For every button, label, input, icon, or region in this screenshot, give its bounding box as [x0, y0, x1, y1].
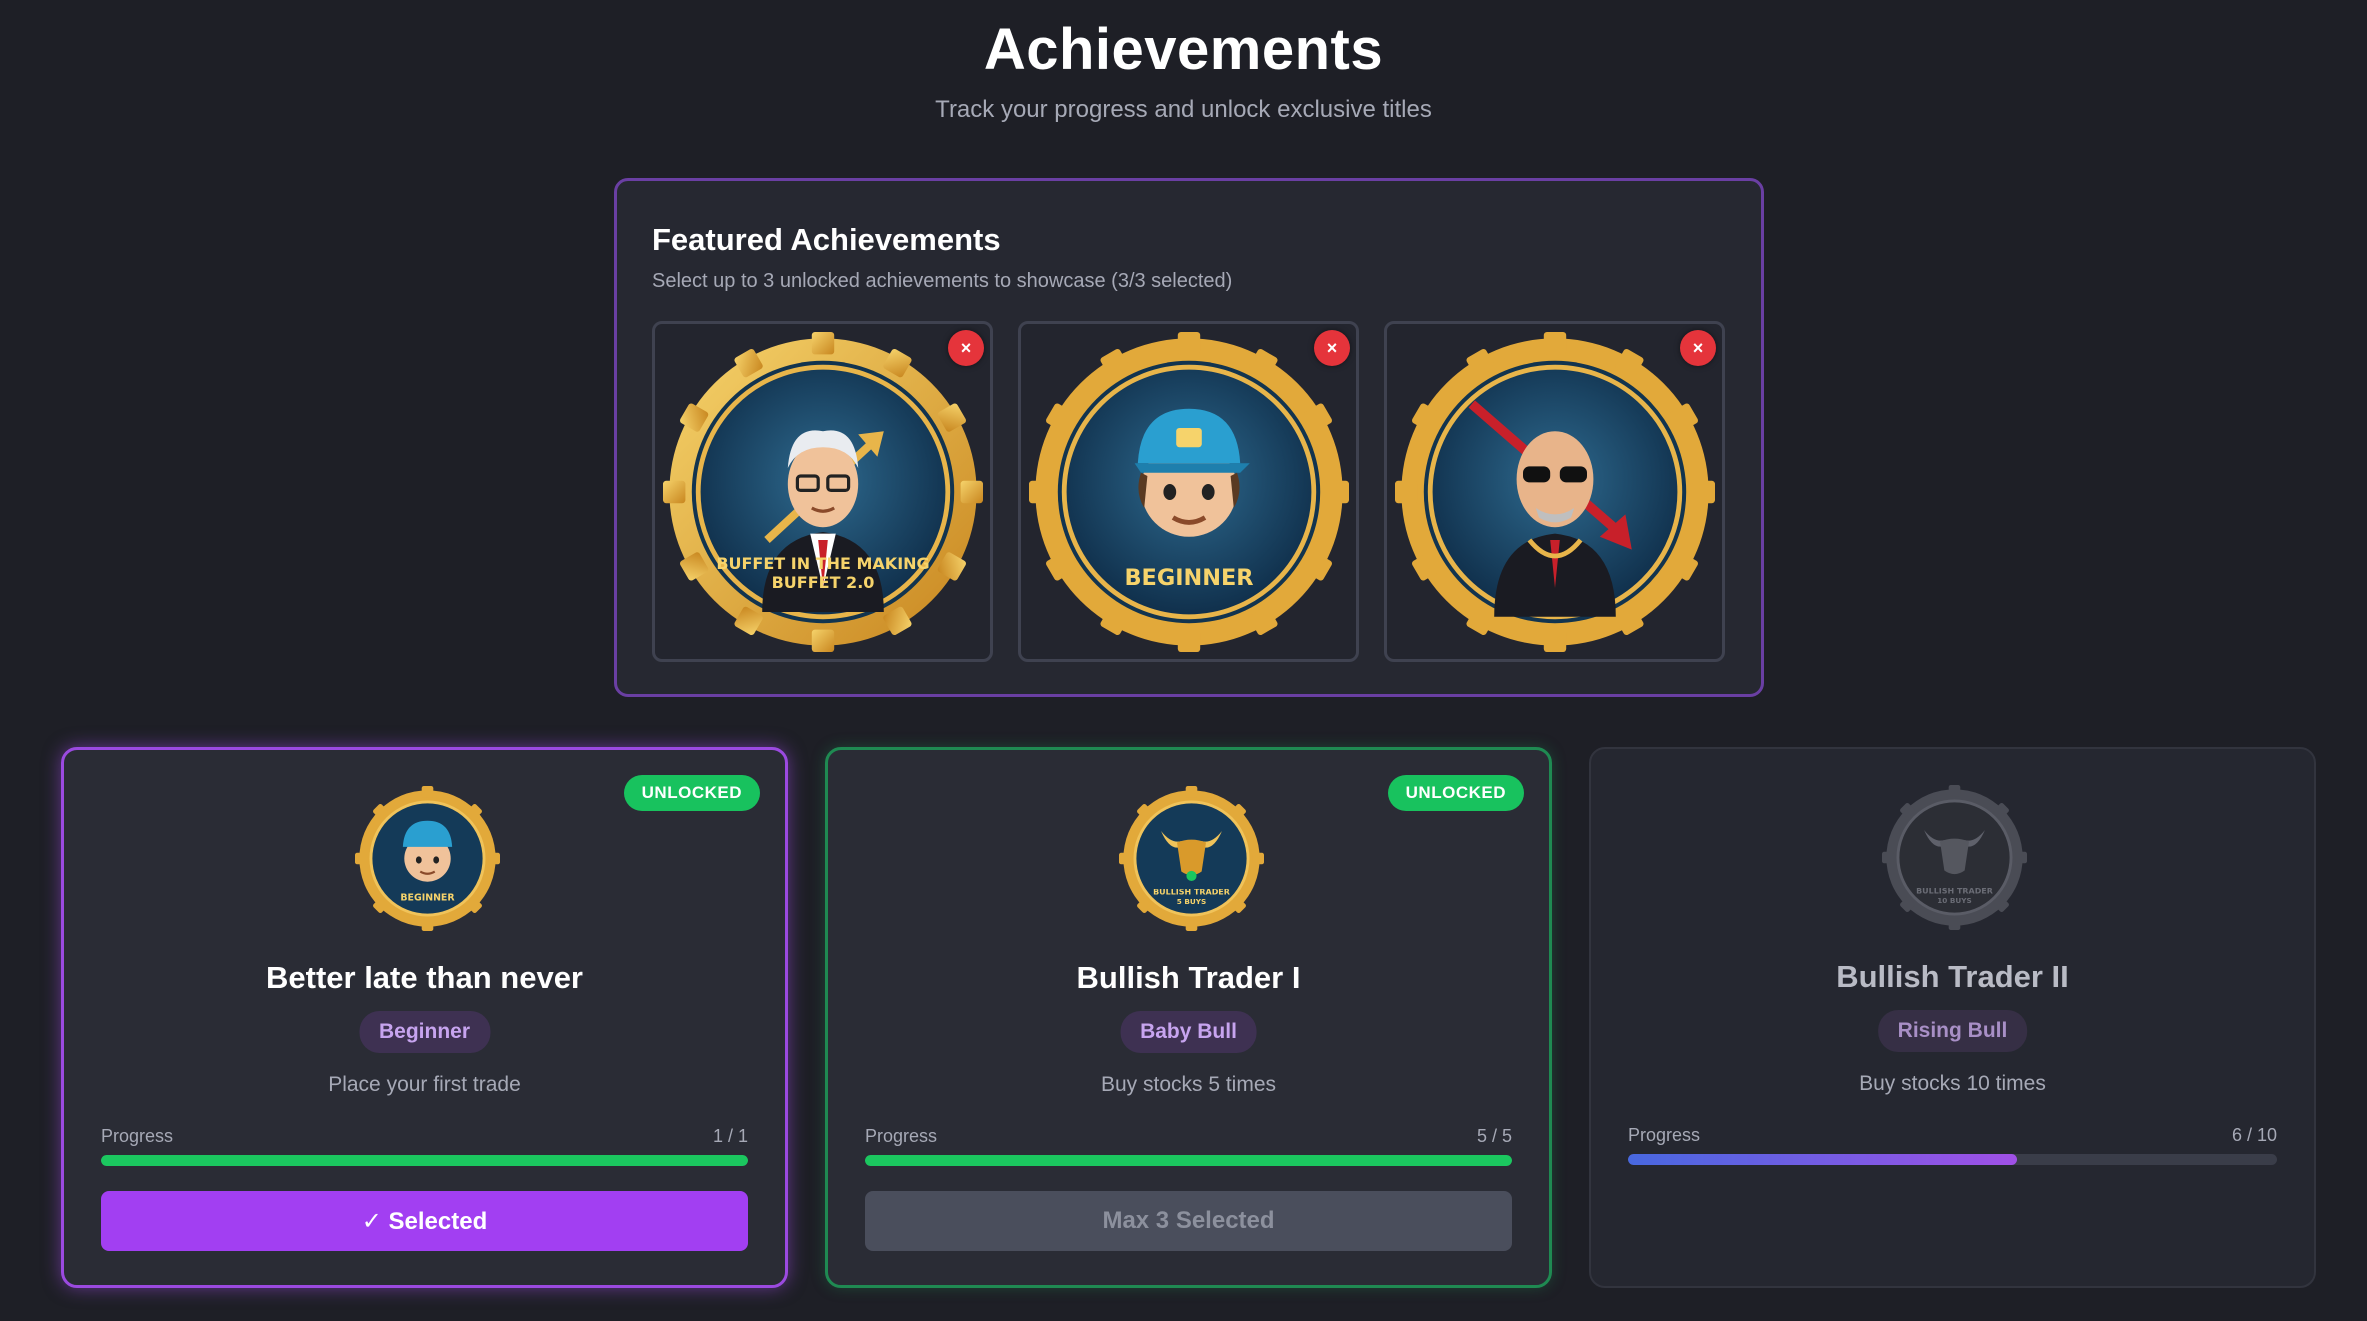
unlocked-badge: UNLOCKED	[1387, 775, 1524, 811]
featured-title: Featured Achievements	[652, 222, 1001, 257]
achievement-name: Better late than never	[266, 960, 583, 995]
progress-label: Progress	[865, 1126, 938, 1146]
progress-count: 1 / 1	[712, 1126, 748, 1146]
remove-featured-button[interactable]: ×	[1314, 330, 1350, 366]
svg-text:10 BUYS: 10 BUYS	[1937, 896, 1972, 905]
progress-bar	[865, 1155, 1512, 1166]
achievement-card[interactable]: UNLOCKED BEGINNER Better late than never…	[61, 747, 788, 1288]
progress-label: Progress	[101, 1126, 174, 1146]
featured-subtitle: Select up to 3 unlocked achievements to …	[652, 270, 1233, 292]
progress-bar	[101, 1155, 748, 1166]
bull-medal-icon: BULLISH TRADER 5 BUYS	[1119, 786, 1264, 931]
unlocked-badge: UNLOCKED	[623, 775, 760, 811]
svg-text:BUFFET IN THE MAKING: BUFFET IN THE MAKING	[716, 553, 929, 572]
bear-trader-medal-icon	[1394, 331, 1715, 652]
locked-bull-medal-icon: BULLISH TRADER 10 BUYS	[1882, 785, 2027, 930]
achievement-name: Bullish Trader II	[1836, 959, 2069, 994]
max-selected-button[interactable]: Max 3 Selected	[865, 1191, 1512, 1251]
remove-featured-button[interactable]: ×	[948, 330, 984, 366]
progress-bar	[1628, 1154, 2277, 1165]
featured-slot-1[interactable]: BUFFET IN THE MAKING BUFFET 2.0 ×	[652, 321, 993, 662]
achievement-description: Place your first trade	[328, 1073, 521, 1096]
achievement-description: Buy stocks 10 times	[1859, 1072, 2046, 1095]
page-title: Achievements	[983, 17, 1384, 82]
progress-count: 6 / 10	[2231, 1125, 2277, 1145]
selected-button[interactable]: ✓ Selected	[101, 1191, 748, 1251]
title-chip: Baby Bull	[1120, 1011, 1257, 1053]
svg-text:BULLISH TRADER: BULLISH TRADER	[1153, 888, 1230, 897]
remove-featured-button[interactable]: ×	[1680, 330, 1716, 366]
svg-text:5 BUYS: 5 BUYS	[1177, 897, 1206, 906]
achievement-description: Buy stocks 5 times	[1100, 1073, 1277, 1096]
featured-slot-3[interactable]: ×	[1384, 321, 1725, 662]
achievement-card[interactable]: UNLOCKED BULLISH TRADER 5 BUYS Bullish T…	[825, 747, 1552, 1288]
featured-slot-2[interactable]: BEGINNER ×	[1018, 321, 1359, 662]
progress-fill	[101, 1155, 748, 1166]
title-chip: Rising Bull	[1877, 1010, 2028, 1052]
progress-fill	[1628, 1154, 2018, 1165]
beginner-medal-icon: BEGINNER	[1028, 331, 1349, 652]
svg-text:BEGINNER: BEGINNER	[400, 893, 455, 904]
achievement-card[interactable]: BULLISH TRADER 10 BUYS Bullish Trader II…	[1589, 747, 2316, 1288]
beginner-medal-icon: BEGINNER	[355, 786, 500, 931]
achievement-name: Bullish Trader I	[1076, 960, 1301, 995]
buffet-medal-icon: BUFFET IN THE MAKING BUFFET 2.0	[662, 331, 983, 652]
svg-text:BULLISH TRADER: BULLISH TRADER	[1916, 887, 1993, 896]
progress-count: 5 / 5	[1476, 1126, 1512, 1146]
featured-achievements-panel: Featured Achievements Select up to 3 unl…	[614, 178, 1764, 697]
svg-text:BEGINNER: BEGINNER	[1124, 564, 1253, 590]
page-subtitle: Track your progress and unlock exclusive…	[935, 96, 1432, 123]
svg-text:BUFFET 2.0: BUFFET 2.0	[771, 573, 874, 592]
progress-label: Progress	[1628, 1125, 1701, 1145]
title-chip: Beginner	[358, 1011, 491, 1053]
progress-fill	[865, 1155, 1512, 1166]
